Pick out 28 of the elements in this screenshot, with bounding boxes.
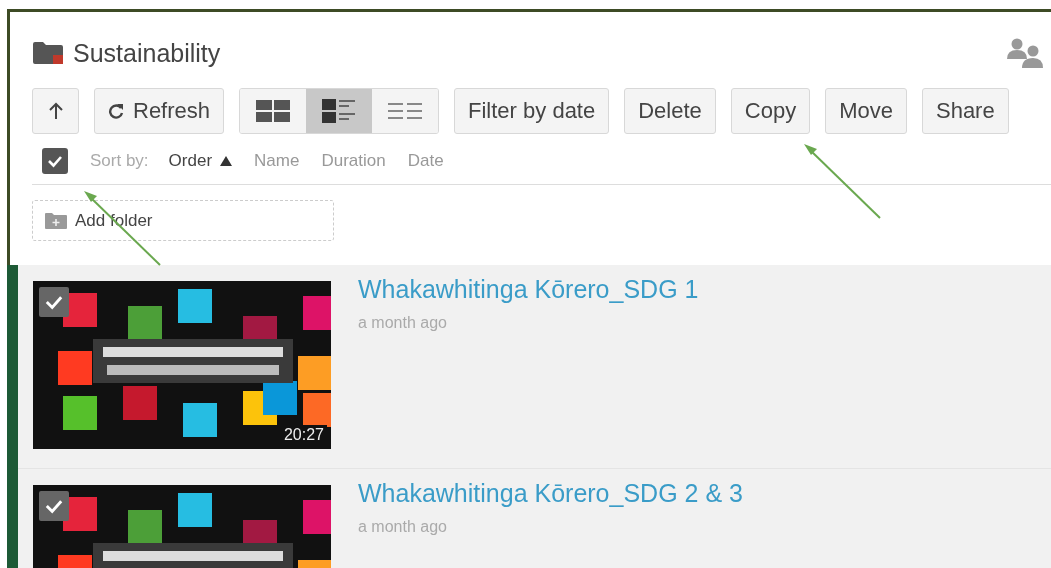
grid-icon — [256, 100, 291, 122]
action-button[interactable]: Share — [921, 88, 1009, 134]
action-button[interactable]: Copy — [730, 88, 811, 134]
refresh-button[interactable]: Refresh — [94, 88, 225, 134]
upload-age: a month ago — [358, 518, 448, 536]
action-button[interactable]: Move — [825, 88, 907, 134]
video-checkbox[interactable] — [39, 287, 69, 317]
folder-title: Sustainability — [73, 38, 222, 68]
view-toggle[interactable] — [240, 89, 307, 133]
folder-plus-icon — [45, 212, 67, 229]
refresh-icon — [108, 103, 124, 119]
video-checkbox[interactable] — [39, 491, 69, 521]
add-folder-button[interactable]: Add folder — [32, 200, 334, 241]
action-button[interactable]: Delete — [624, 88, 716, 134]
sort-option[interactable]: Order — [168, 151, 233, 171]
people-icon[interactable] — [1007, 37, 1043, 69]
up-button[interactable] — [32, 88, 79, 134]
list-thumbnails-icon — [322, 99, 357, 123]
list-icon — [388, 101, 423, 121]
view-toggle[interactable] — [306, 89, 373, 133]
action-button[interactable]: Filter by date — [454, 88, 610, 134]
up-arrow-icon — [47, 102, 64, 120]
sort-label: Sort by: — [90, 151, 149, 171]
folder-icon — [33, 42, 63, 64]
view-toggle[interactable] — [372, 89, 439, 133]
sort-ascending-icon — [220, 156, 233, 166]
upload-age: a month ago — [358, 314, 448, 332]
select-all-checkbox[interactable] — [42, 148, 68, 174]
